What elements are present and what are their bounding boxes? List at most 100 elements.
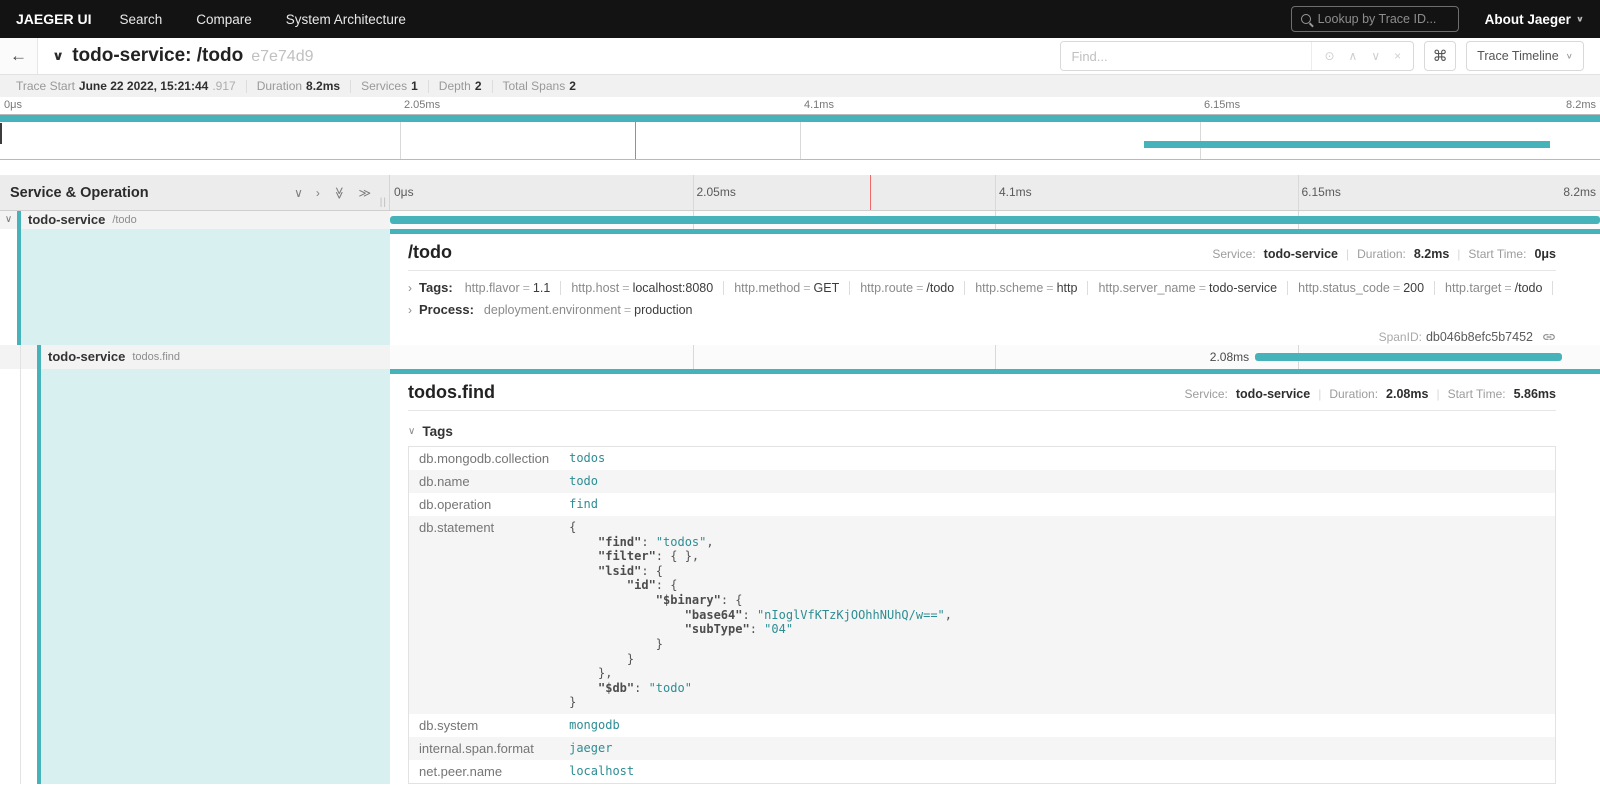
- span-name-cell-todo[interactable]: ∨ todo-service /todo: [0, 211, 390, 229]
- minimap-range-handle[interactable]: [0, 123, 2, 144]
- span-duration-bar-todo[interactable]: [390, 216, 1600, 224]
- kv-row: db.statement{ "find": "todos", "filter":…: [409, 516, 1556, 714]
- kv-key: internal.span.format: [409, 737, 560, 760]
- span-id-value: db046b8efc5b7452: [1426, 330, 1533, 344]
- gridline: [995, 175, 996, 210]
- expand-all-icon[interactable]: ≫: [358, 186, 371, 200]
- timeline-ruler: 0μs 2.05ms 4.1ms 6.15ms 8.2ms: [390, 175, 1600, 210]
- column-resize-handle[interactable]: ||: [380, 197, 387, 208]
- tag-summary-item: http.server_name = todo-service: [1087, 281, 1287, 295]
- tags-key-value-table: db.mongodb.collectiontodosdb.nametododb.…: [408, 446, 1556, 784]
- span-detail-meta: Service:todo-service | Duration:8.2ms | …: [1212, 247, 1556, 261]
- service-operation-header: Service & Operation ∨ › ≫ ≫ ||: [0, 175, 390, 210]
- span-id-line: SpanID: db046b8efc5b7452: [408, 330, 1556, 344]
- trace-services: Services1: [351, 80, 429, 93]
- trace-summary-bar: Trace StartJune 22 2022, 15:21:44.917 Du…: [0, 75, 1600, 97]
- match-highlight-icon[interactable]: ⊙: [1324, 49, 1334, 63]
- indent-guide: [20, 369, 21, 784]
- keyboard-shortcuts-button[interactable]: ⌘: [1424, 41, 1456, 71]
- span-track-todo[interactable]: [390, 211, 1600, 229]
- chevron-right-icon: ›: [408, 303, 412, 317]
- tick-label: 4.1ms: [804, 99, 834, 111]
- deep-link-icon[interactable]: [1542, 330, 1556, 344]
- trace-total-spans: Total Spans2: [493, 80, 586, 93]
- minimap-span-bar-todos-find: [1144, 141, 1550, 148]
- trace-lookup-placeholder: Lookup by Trace ID...: [1318, 12, 1437, 26]
- tick-label: 8.2ms: [1563, 185, 1596, 199]
- span-detail-indent-todos-find: [0, 369, 390, 784]
- kv-value: todo: [559, 470, 1555, 493]
- clear-find-icon[interactable]: ×: [1394, 49, 1401, 63]
- span-duration-bar-todos-find[interactable]: [1255, 353, 1562, 361]
- collapse-one-icon[interactable]: ∨: [294, 186, 303, 200]
- top-nav: JAEGER UI Search Compare System Architec…: [0, 0, 1600, 38]
- timeline-header-row: Service & Operation ∨ › ≫ ≫ || 0μs 2.05m…: [0, 175, 1600, 211]
- timeline-minimap[interactable]: [0, 114, 1600, 160]
- tags-accordion-todo[interactable]: › Tags: http.flavor = 1.1http.host = loc…: [408, 277, 1556, 299]
- kv-value: find: [559, 493, 1555, 516]
- trace-collapse-chevron-icon[interactable]: ∨: [52, 48, 64, 63]
- cursor-guide-line: [870, 175, 871, 210]
- span-track-todos-find[interactable]: 2.08ms: [390, 345, 1600, 369]
- kv-value: localhost: [559, 760, 1555, 784]
- kv-row: db.nametodo: [409, 470, 1556, 493]
- prev-match-icon[interactable]: ∧: [1349, 49, 1358, 63]
- span-operation-name: todos.find: [132, 351, 180, 363]
- span-detail-indent-todo: [0, 229, 390, 345]
- process-summary: deployment.environment = production: [484, 303, 703, 317]
- span-detail-row-todo: /todo Service:todo-service | Duration:8.…: [0, 229, 1600, 345]
- span-row-todo: ∨ todo-service /todo: [0, 211, 1600, 229]
- kv-value: jaeger: [559, 737, 1555, 760]
- span-detail-meta: Service:todo-service | Duration:2.08ms |…: [1185, 387, 1556, 401]
- next-match-icon[interactable]: ∨: [1371, 49, 1380, 63]
- span-duration-label: 2.08ms: [1210, 350, 1255, 364]
- kv-key: db.operation: [409, 493, 560, 516]
- back-button[interactable]: ←: [0, 38, 38, 74]
- trace-lookup-input[interactable]: Lookup by Trace ID...: [1291, 6, 1459, 32]
- tags-section-toggle[interactable]: ∨ Tags: [408, 424, 1556, 439]
- trace-view-select[interactable]: Trace Timeline ∨: [1466, 41, 1584, 71]
- indent-guide: [20, 345, 21, 369]
- tick-label: 8.2ms: [1566, 99, 1596, 111]
- process-accordion-todo[interactable]: › Process: deployment.environment = prod…: [408, 299, 1556, 321]
- kv-value: todos: [559, 446, 1555, 470]
- span-row-todos-find: todo-service todos.find 2.08ms: [0, 345, 1600, 369]
- trace-depth: Depth2: [429, 80, 493, 93]
- kv-row: db.mongodb.collectiontodos: [409, 446, 1556, 470]
- chevron-down-icon: ∨: [1576, 15, 1584, 24]
- nav-item-system-architecture[interactable]: System Architecture: [286, 12, 406, 27]
- nav-item-search[interactable]: Search: [119, 12, 162, 27]
- about-jaeger-menu[interactable]: About Jaeger ∨: [1485, 12, 1584, 27]
- tags-summary: http.flavor = 1.1http.host = localhost:8…: [463, 281, 1556, 295]
- trace-start: Trace StartJune 22 2022, 15:21:44.917: [6, 80, 247, 93]
- tick-label: 6.15ms: [1204, 99, 1240, 111]
- app-brand[interactable]: JAEGER UI: [16, 11, 91, 27]
- tag-summary-item: http.target = /todo: [1434, 281, 1552, 295]
- find-group: ⊙ ∧ ∨ ×: [1060, 41, 1414, 71]
- tick-label: 2.05ms: [697, 185, 736, 199]
- kv-key: db.system: [409, 714, 560, 737]
- kv-row: net.peer.namelocalhost: [409, 760, 1556, 784]
- tag-summary-item: http.method = GET: [723, 281, 849, 295]
- chevron-down-icon: ∨: [1566, 52, 1573, 61]
- tag-summary-item: http.scheme = http: [964, 281, 1087, 295]
- tick-label: 2.05ms: [404, 99, 440, 111]
- span-collapse-chevron-icon[interactable]: ∨: [0, 211, 17, 229]
- nav-item-compare[interactable]: Compare: [196, 12, 252, 27]
- span-name-cell-todos-find[interactable]: todo-service todos.find: [0, 345, 390, 369]
- trace-header-bar: ← ∨ todo-service: /todoe7e74d9 ⊙ ∧ ∨ × ⌘…: [0, 38, 1600, 75]
- kv-value: { "find": "todos", "filter": { }, "lsid"…: [559, 516, 1555, 714]
- trace-timeline-rows: ∨ todo-service /todo /todo Service:todo-…: [0, 211, 1600, 784]
- kv-key: net.peer.name: [409, 760, 560, 784]
- span-detail-row-todos-find: todos.find Service:todo-service | Durati…: [0, 369, 1600, 784]
- search-icon: [1301, 14, 1311, 24]
- expand-one-icon[interactable]: ›: [316, 186, 320, 200]
- tag-summary-item: http.status_code = 200: [1287, 281, 1434, 295]
- kv-row: internal.span.formatjaeger: [409, 737, 1556, 760]
- kv-row: db.systemmongodb: [409, 714, 1556, 737]
- collapse-all-icon[interactable]: ≫: [332, 186, 346, 199]
- find-controls: ⊙ ∧ ∨ ×: [1311, 42, 1413, 70]
- find-input[interactable]: [1061, 42, 1311, 70]
- tag-summary-item: http.user_agent = M...: [1552, 281, 1556, 295]
- tag-summary-item: http.route = /todo: [849, 281, 964, 295]
